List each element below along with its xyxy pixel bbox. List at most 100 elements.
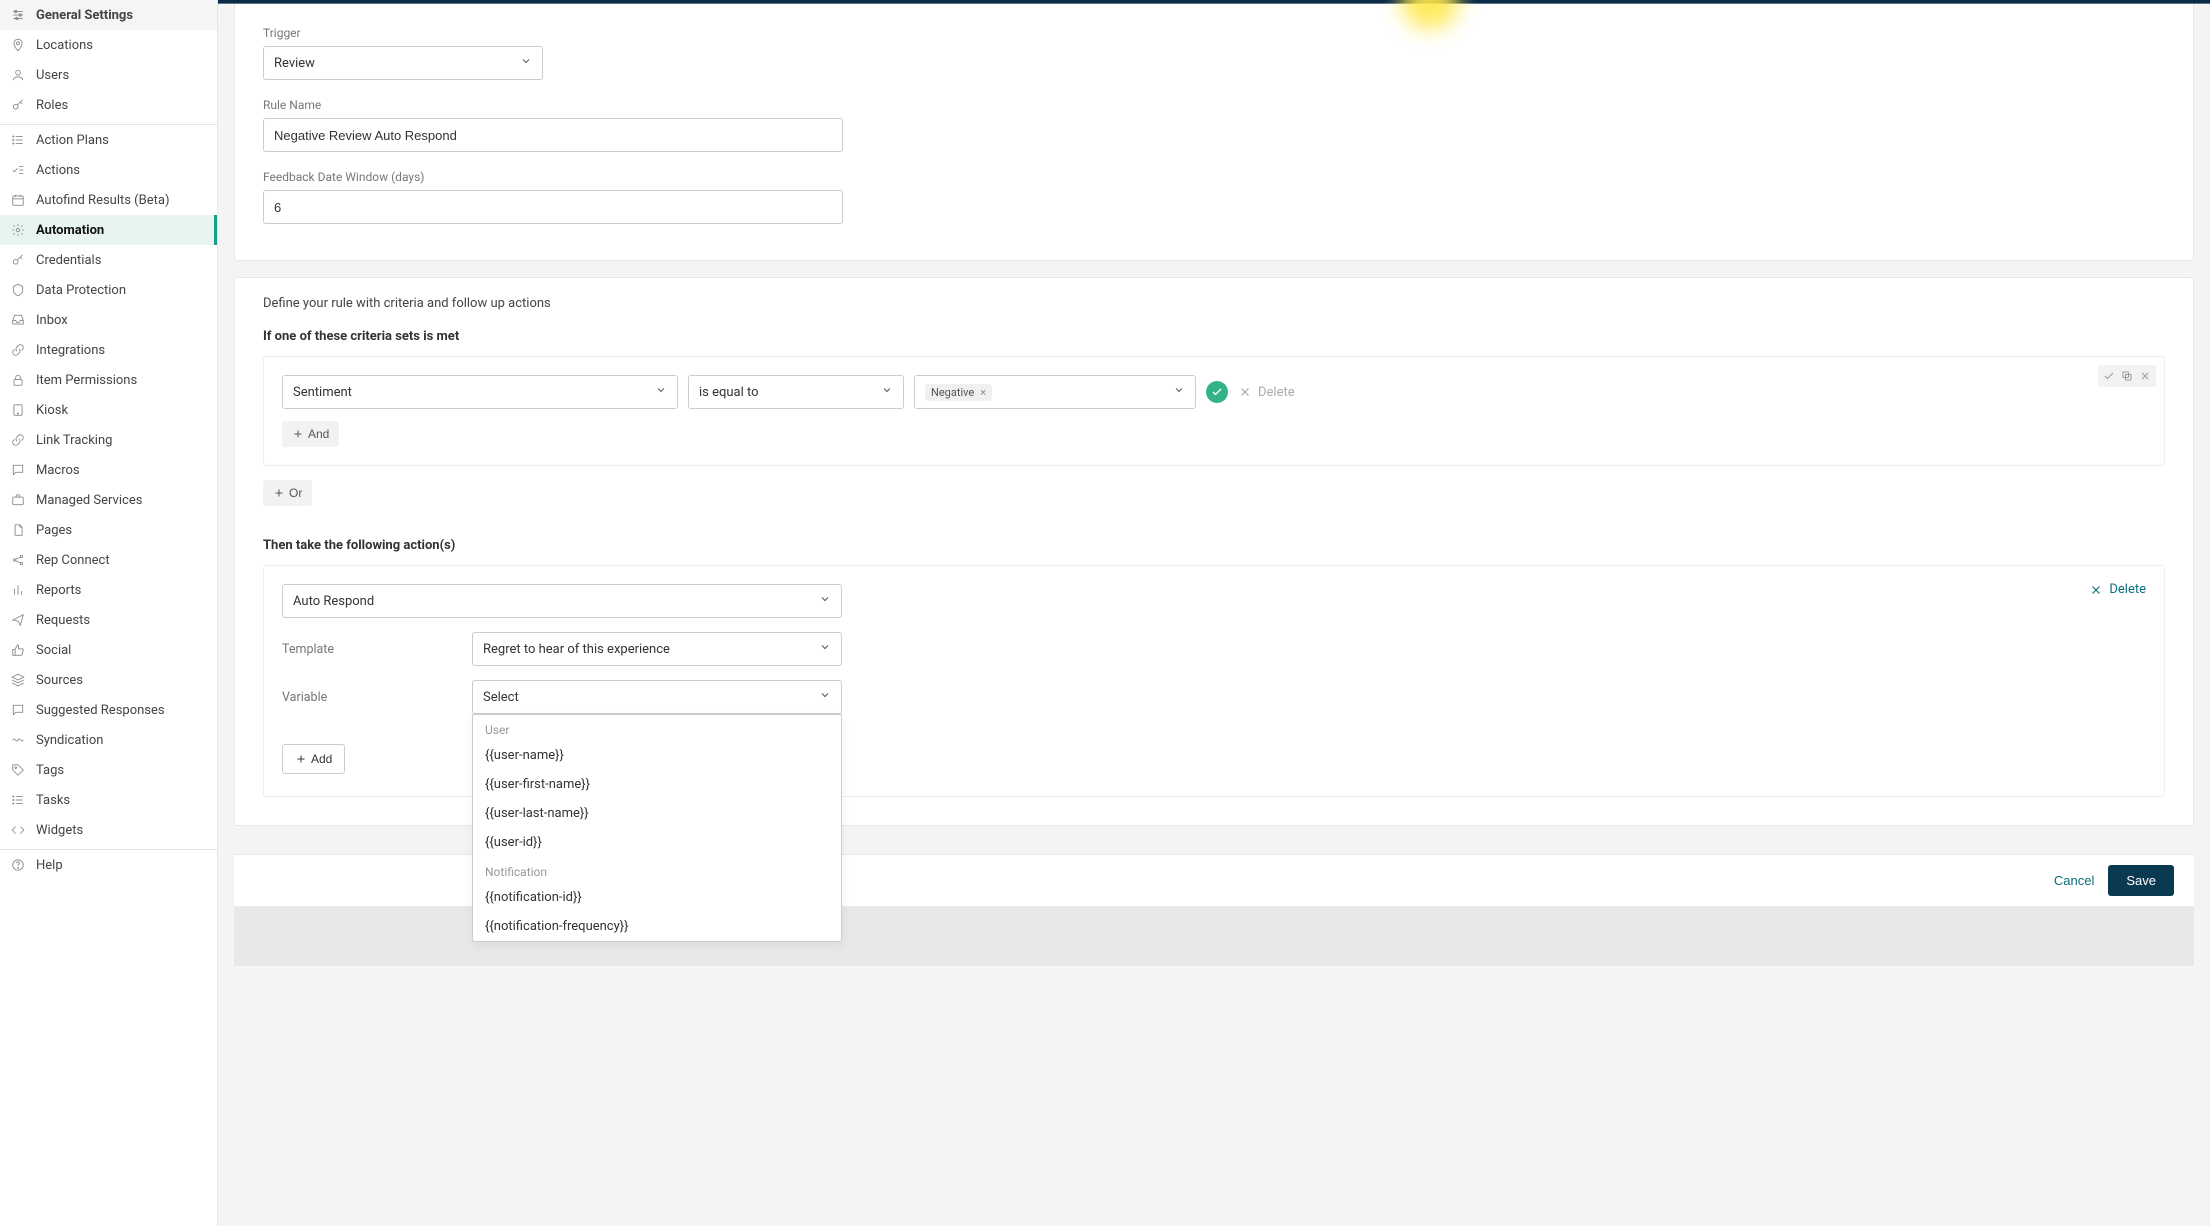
dropdown-group-label: User (473, 715, 841, 741)
sidebar-item-label: Roles (36, 98, 68, 113)
sidebar-item-label: Rep Connect (36, 553, 110, 568)
criteria-value-select[interactable]: Negative × (914, 375, 1196, 409)
trigger-select[interactable]: Review (263, 46, 543, 80)
close-icon[interactable] (2136, 367, 2154, 385)
stack-icon (10, 672, 26, 688)
share-icon (10, 552, 26, 568)
action-type-value: Auto Respond (293, 594, 374, 609)
sidebar-item-label: Kiosk (36, 403, 68, 418)
criteria-field-select[interactable]: Sentiment (282, 375, 678, 409)
dropdown-option[interactable]: {{user-last-name}} (473, 799, 841, 828)
sidebar-item-tags[interactable]: Tags (0, 755, 217, 785)
action-type-select[interactable]: Auto Respond (282, 584, 842, 618)
criteria-corner-actions (2098, 365, 2156, 387)
sidebar-item-data-protection[interactable]: Data Protection (0, 275, 217, 305)
sidebar-item-label: Inbox (36, 313, 68, 328)
sidebar-item-sources[interactable]: Sources (0, 665, 217, 695)
sidebar-item-roles[interactable]: Roles (0, 90, 217, 120)
add-or-button[interactable]: Or (263, 480, 312, 506)
copy-icon[interactable] (2118, 367, 2136, 385)
criteria-field-value: Sentiment (293, 385, 352, 400)
sidebar-item-link-tracking[interactable]: Link Tracking (0, 425, 217, 455)
actions-heading: Then take the following action(s) (263, 538, 2165, 553)
action-set: Delete Auto Respond Template Regret to h… (263, 565, 2165, 797)
remove-tag-icon[interactable]: × (980, 386, 986, 399)
briefcase-icon (10, 492, 26, 508)
dropdown-option[interactable]: {{user-id}} (473, 828, 841, 857)
sidebar-item-help[interactable]: Help (0, 850, 217, 880)
rule-name-input[interactable] (263, 118, 843, 152)
doc-icon (10, 522, 26, 538)
list-icon (10, 132, 26, 148)
add-action-button[interactable]: Add (282, 744, 345, 774)
dropdown-option[interactable]: {{notification-id}} (473, 883, 841, 912)
sidebar-item-general-settings[interactable]: General Settings (0, 0, 217, 30)
key-icon (10, 252, 26, 268)
sidebar-item-label: Social (36, 643, 71, 658)
sidebar-item-requests[interactable]: Requests (0, 605, 217, 635)
sidebar-item-suggested-responses[interactable]: Suggested Responses (0, 695, 217, 725)
dropdown-option[interactable]: {{user-first-name}} (473, 770, 841, 799)
sidebar-item-label: General Settings (36, 8, 133, 23)
sidebar-item-widgets[interactable]: Widgets (0, 815, 217, 845)
thumb-icon (10, 642, 26, 658)
sidebar-item-kiosk[interactable]: Kiosk (0, 395, 217, 425)
sidebar-item-integrations[interactable]: Integrations (0, 335, 217, 365)
calendar-icon (10, 192, 26, 208)
feedback-window-label: Feedback Date Window (days) (263, 170, 2165, 184)
sidebar-item-reports[interactable]: Reports (0, 575, 217, 605)
dropdown-option[interactable]: {{notification-frequency}} (473, 912, 841, 941)
shield-icon (10, 282, 26, 298)
sidebar-item-label: Help (36, 858, 63, 873)
sidebar-item-social[interactable]: Social (0, 635, 217, 665)
variable-dropdown[interactable]: User{{user-name}}{{user-first-name}}{{us… (472, 714, 842, 942)
sidebar-item-inbox[interactable]: Inbox (0, 305, 217, 335)
add-and-button[interactable]: And (282, 421, 339, 447)
save-button[interactable]: Save (2108, 865, 2174, 896)
sidebar-item-label: Autofind Results (Beta) (36, 193, 169, 208)
sidebar-item-syndication[interactable]: Syndication (0, 725, 217, 755)
variable-value: Select (483, 690, 519, 705)
key-icon (10, 97, 26, 113)
user-icon (10, 67, 26, 83)
sidebar-item-tasks[interactable]: Tasks (0, 785, 217, 815)
help-icon (10, 857, 26, 873)
sidebar-item-users[interactable]: Users (0, 60, 217, 90)
criteria-value-tag: Negative × (925, 384, 992, 401)
cancel-button[interactable]: Cancel (2054, 873, 2094, 888)
template-select[interactable]: Regret to hear of this experience (472, 632, 842, 666)
sidebar-item-pages[interactable]: Pages (0, 515, 217, 545)
criteria-confirm-button[interactable] (1206, 381, 1228, 403)
action-delete-button[interactable]: Delete (2089, 582, 2146, 597)
sidebar-item-label: Link Tracking (36, 433, 112, 448)
criteria-operator-select[interactable]: is equal to (688, 375, 904, 409)
chevron-down-icon (819, 689, 831, 705)
template-value: Regret to hear of this experience (483, 642, 670, 657)
sidebar-item-item-permissions[interactable]: Item Permissions (0, 365, 217, 395)
dropdown-option[interactable]: {{user-name}} (473, 741, 841, 770)
criteria-operator-value: is equal to (699, 385, 759, 400)
template-label: Template (282, 642, 472, 657)
sidebar-item-autofind[interactable]: Autofind Results (Beta) (0, 185, 217, 215)
sidebar-item-actions[interactable]: Actions (0, 155, 217, 185)
sidebar-item-managed-services[interactable]: Managed Services (0, 485, 217, 515)
sidebar-item-label: Actions (36, 163, 80, 178)
sidebar-item-macros[interactable]: Macros (0, 455, 217, 485)
sidebar-item-label: Macros (36, 463, 80, 478)
variable-select[interactable]: Select (472, 680, 842, 714)
feedback-window-input[interactable] (263, 190, 843, 224)
sidebar-item-label: Item Permissions (36, 373, 137, 388)
sidebar-item-automation[interactable]: Automation (0, 215, 217, 245)
sidebar-item-action-plans[interactable]: Action Plans (0, 125, 217, 155)
inbox-icon (10, 312, 26, 328)
sidebar-item-rep-connect[interactable]: Rep Connect (0, 545, 217, 575)
list-icon (10, 792, 26, 808)
confirm-icon[interactable] (2100, 367, 2118, 385)
sidebar-item-locations[interactable]: Locations (0, 30, 217, 60)
rule-basic-panel: Trigger Review Rule Name Feedback Date W… (234, 4, 2194, 261)
sidebar-item-label: Action Plans (36, 133, 109, 148)
criteria-heading: If one of these criteria sets is met (263, 329, 2165, 344)
sidebar-item-credentials[interactable]: Credentials (0, 245, 217, 275)
sidebar-item-label: Automation (36, 223, 104, 238)
chevron-down-icon (881, 384, 893, 400)
